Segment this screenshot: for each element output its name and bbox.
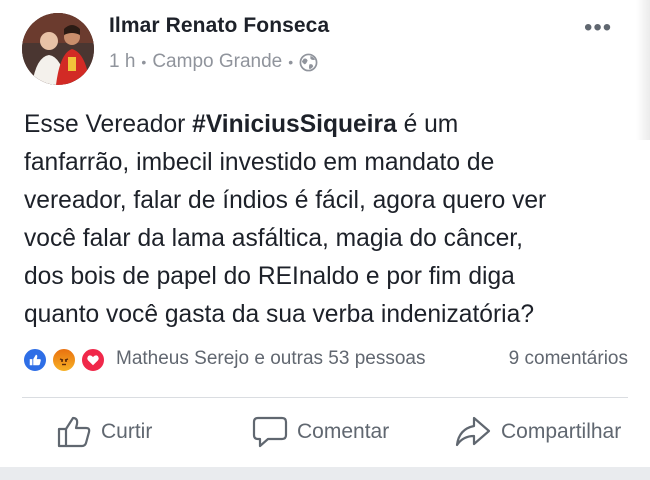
reaction-summary[interactable]: Matheus Serejo e outras 53 pessoas xyxy=(116,348,425,370)
post-text-line: vereador, falar de índios é fácil, agora… xyxy=(24,187,547,214)
post-text-line: quanto você gasta da sua verba indenizat… xyxy=(24,301,534,328)
comment-button-label: Comentar xyxy=(297,420,390,443)
share-button[interactable]: Compartilhar xyxy=(454,414,621,450)
love-reaction-icon xyxy=(80,347,106,373)
angry-reaction-icon xyxy=(51,347,77,373)
post-meta: 1 h • Campo Grande • xyxy=(109,51,318,73)
comment-icon xyxy=(252,416,288,448)
post-location[interactable]: Campo Grande xyxy=(152,51,282,73)
thumbs-up-icon xyxy=(57,416,91,448)
author-name[interactable]: Ilmar Renato Fonseca xyxy=(109,14,329,38)
post-text: é um xyxy=(396,111,459,138)
like-button-label: Curtir xyxy=(101,420,153,443)
post-body: Esse Vereador #ViniciusSiqueira é um fan… xyxy=(24,106,629,334)
share-button-label: Compartilhar xyxy=(501,420,622,443)
post-text-line: Esse Vereador #ViniciusSiqueira é um xyxy=(24,106,629,144)
share-icon xyxy=(455,416,491,447)
post-text: Esse Vereador xyxy=(24,111,193,138)
post-text-line: você falar da lama asfáltica, magia do c… xyxy=(24,225,523,252)
like-reaction-icon xyxy=(22,347,48,373)
hashtag-link[interactable]: #ViniciusSiqueira xyxy=(192,111,397,138)
comment-count[interactable]: 9 comentários xyxy=(509,348,628,370)
more-options-icon[interactable]: ••• xyxy=(584,14,612,42)
reactions-bar: Matheus Serejo e outras 53 pessoas 9 com… xyxy=(22,347,628,373)
globe-icon xyxy=(299,53,318,72)
feed-separator xyxy=(0,467,650,480)
separator-dot: • xyxy=(288,54,294,70)
like-button[interactable]: Curtir xyxy=(56,414,152,450)
facebook-post: Ilmar Renato Fonseca 1 h • Campo Grande … xyxy=(0,0,650,480)
scroll-edge xyxy=(636,0,650,140)
divider xyxy=(22,397,628,398)
separator-dot: • xyxy=(141,54,147,70)
reaction-icons[interactable] xyxy=(22,347,110,373)
avatar[interactable] xyxy=(22,13,94,85)
comment-button[interactable]: Comentar xyxy=(252,414,389,450)
avatar-photo xyxy=(22,13,94,85)
post-time[interactable]: 1 h xyxy=(109,51,135,73)
post-text-line: fanfarrão, imbecil investido em mandato … xyxy=(24,149,495,176)
post-text-line: dos bois de papel do REInaldo e por fim … xyxy=(24,263,515,290)
